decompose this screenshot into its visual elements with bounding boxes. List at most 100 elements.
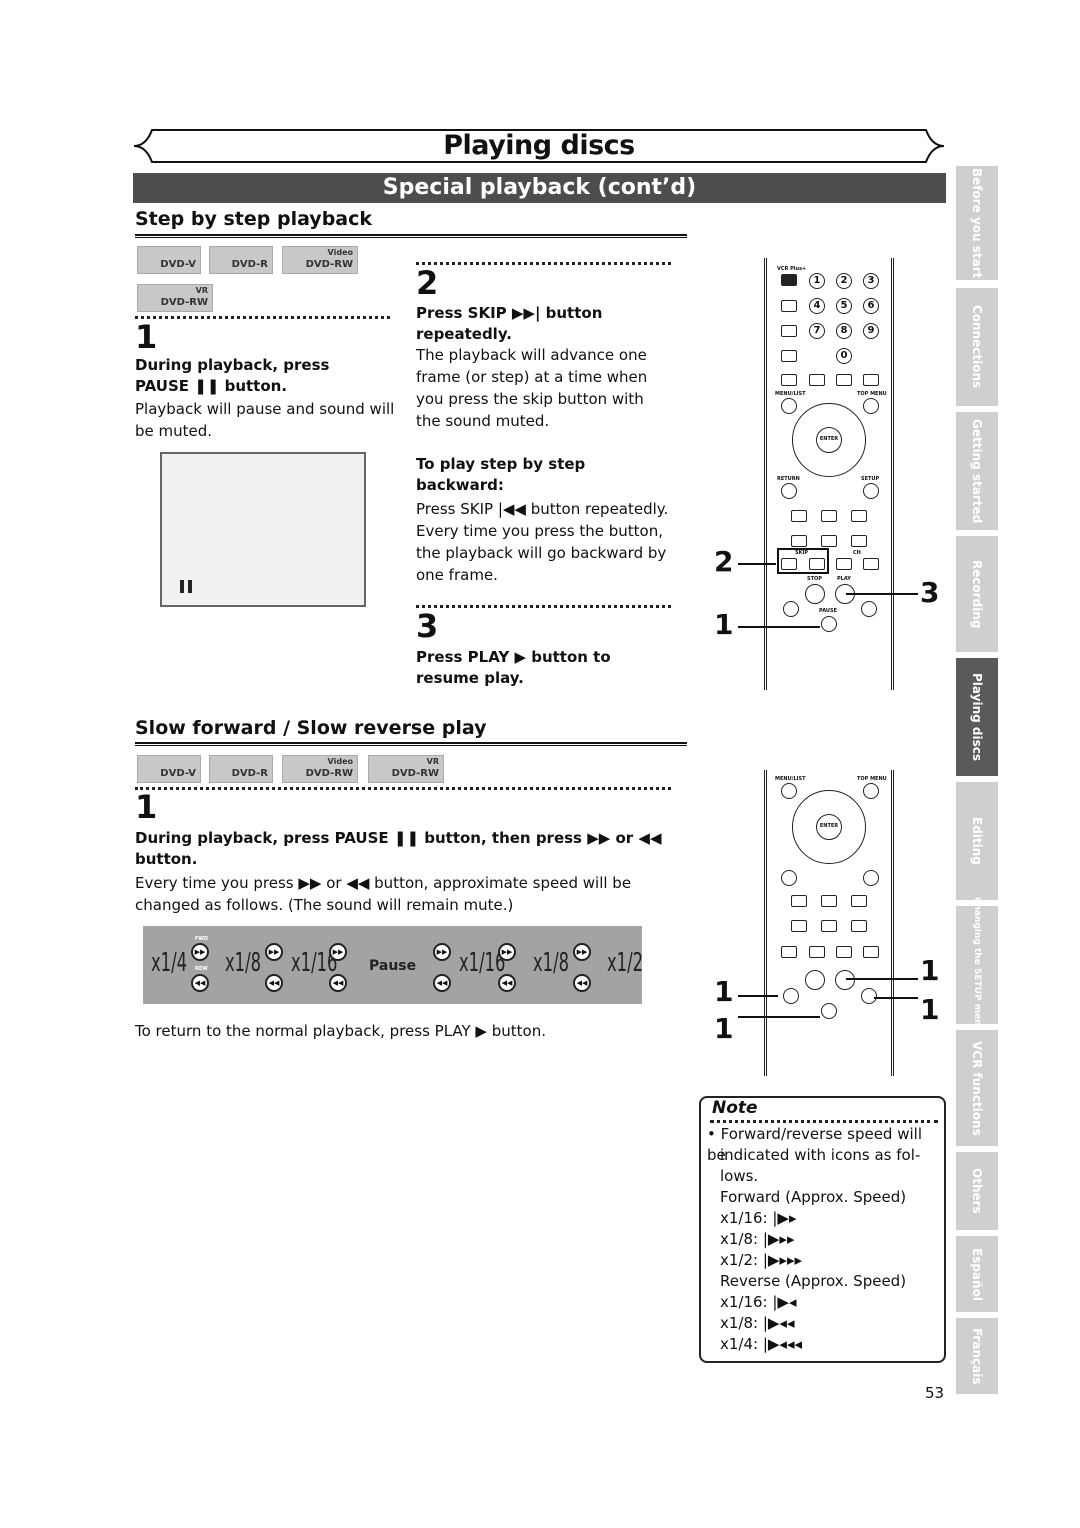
return-label: RETURN xyxy=(777,476,800,482)
side-tab-francais[interactable]: Français xyxy=(956,1318,998,1394)
step-number: 3 xyxy=(416,607,439,645)
return-instruction: To return to the normal playback, press … xyxy=(135,1022,546,1040)
side-tab-vcr-functions[interactable]: VCR functions xyxy=(956,1030,998,1146)
tv-screen-illustration xyxy=(160,452,366,607)
digit-2-button: 2 xyxy=(836,273,852,289)
vcr-plus-button xyxy=(781,274,797,286)
ch-down-button xyxy=(836,558,852,570)
rec-speed-button xyxy=(821,535,837,547)
callout-step-3: 3 xyxy=(920,576,940,609)
step-description: The playback will advance one frame (or … xyxy=(416,346,648,430)
callout-line xyxy=(738,995,778,997)
step-divider xyxy=(416,605,671,608)
note-line: x1/2: |▶▸▸▸ xyxy=(720,1251,803,1269)
note-line: x1/8: |▶▸▸ xyxy=(720,1230,795,1248)
side-tab-recording[interactable]: Recording xyxy=(956,536,998,652)
search-mode-button xyxy=(781,300,797,312)
remote-illustration-2: MENU/LIST TOP MENU ENTER xyxy=(764,770,894,1076)
step-instruction: During playback, press PAUSE ❚❚ button, … xyxy=(135,829,662,868)
step-divider xyxy=(135,787,671,790)
rew-button xyxy=(783,988,799,1004)
rew-icon: ◀◀ xyxy=(329,974,347,992)
callout-play: 1 xyxy=(920,954,940,987)
skip-highlight-box xyxy=(777,548,829,574)
digit-7-button: 7 xyxy=(809,323,825,339)
side-tab-before-you-start[interactable]: Before you start xyxy=(956,166,998,280)
top-menu-button xyxy=(863,783,879,799)
step-divider xyxy=(416,262,671,265)
step-number: 1 xyxy=(135,788,158,826)
return-button xyxy=(781,870,797,886)
disc-badge-dvd-r: DVD-R xyxy=(209,755,273,783)
stop-button xyxy=(805,970,825,990)
pause-label: PAUSE xyxy=(819,608,837,614)
stop-button xyxy=(805,584,825,604)
disc-badge-dvd-r: DVD-R xyxy=(209,246,273,274)
menu-list-label: MENU/LIST xyxy=(775,391,806,397)
top-menu-label: TOP MENU xyxy=(857,776,887,782)
rew-icon: ◀◀ xyxy=(265,974,283,992)
slow-button xyxy=(791,535,807,547)
side-tab-editing[interactable]: Editing xyxy=(956,782,998,900)
disc-badge-dvd-rw-video: Video DVD-RW xyxy=(282,755,358,783)
disc-badge-dvd-rw-video: Video DVD-RW xyxy=(282,246,358,274)
digit-3-button: 3 xyxy=(863,273,879,289)
heading-rule xyxy=(135,234,687,238)
step-instruction: Press SKIP ▶▶| button repeatedly. xyxy=(416,304,603,343)
setup-label: SETUP xyxy=(861,476,880,482)
rew-icon: ◀◀ xyxy=(498,974,516,992)
clear-button xyxy=(781,374,797,386)
note-line: x1/16: |▶▸ xyxy=(720,1209,797,1227)
return-button xyxy=(781,483,797,499)
play-label: PLAY xyxy=(837,576,851,582)
note-line: Reverse (Approx. Speed) xyxy=(720,1272,907,1290)
ch-label: CH xyxy=(853,550,861,556)
side-tab-espanol[interactable]: Español xyxy=(956,1236,998,1312)
fwd-button xyxy=(861,601,877,617)
dvd-button xyxy=(851,510,867,522)
note-line: Forward (Approx. Speed) xyxy=(720,1188,907,1206)
step-divider xyxy=(135,316,390,319)
top-menu-button xyxy=(863,398,879,414)
step-description: Playback will pause and sound will be mu… xyxy=(135,400,395,440)
disc-badge-dvd-rw-vr: VR DVD-RW xyxy=(368,755,444,783)
callout-step-2: 2 xyxy=(714,545,734,578)
display-button xyxy=(863,374,879,386)
digit-4-button: 4 xyxy=(809,298,825,314)
setup-button xyxy=(863,870,879,886)
digit-1-button: 1 xyxy=(809,273,825,289)
callout-line xyxy=(738,1016,820,1018)
heading-rule xyxy=(135,742,687,746)
rew-icon: ◀◀ xyxy=(573,974,591,992)
chapter-title: Playing discs xyxy=(443,130,635,161)
slow-section-heading: Slow forward / Slow reverse play xyxy=(135,717,487,739)
note-line: indicated with icons as fol- xyxy=(720,1146,921,1164)
section-title: Special playback (cont’d) xyxy=(133,173,946,203)
video-tv-button xyxy=(821,895,837,907)
side-tab-setup-menu[interactable]: Changing the SETUP menu xyxy=(956,897,998,1033)
note-box: Note • Forward/reverse speed will be ind… xyxy=(699,1096,946,1363)
rew-icon: ◀◀ xyxy=(433,974,451,992)
callout-fwd: 1 xyxy=(920,993,940,1026)
fwd-icon: ▶▶ xyxy=(573,943,591,961)
slow-button xyxy=(791,920,807,932)
setup-button xyxy=(863,483,879,499)
pause-label: Pause xyxy=(369,958,417,974)
side-tab-getting-started[interactable]: Getting started xyxy=(956,412,998,530)
fwd-icon: ▶▶ xyxy=(433,943,451,961)
zoom-button xyxy=(781,350,797,362)
skip-back-button xyxy=(781,946,797,958)
note-divider xyxy=(710,1120,938,1123)
pause-button xyxy=(821,616,837,632)
speed-label: x1/4 xyxy=(151,948,188,978)
digit-0-button: 0 xyxy=(836,348,852,364)
speed-label: x1/8 xyxy=(533,948,570,978)
step-subheading: To play step by step backward: xyxy=(416,455,586,494)
side-tab-others[interactable]: Others xyxy=(956,1152,998,1230)
skip-forward-button xyxy=(809,946,825,958)
side-tab-connections[interactable]: Connections xyxy=(956,288,998,406)
enter-button: ENTER xyxy=(816,814,842,840)
stop-label: STOP xyxy=(807,576,822,582)
side-tab-playing-discs[interactable]: Playing discs xyxy=(956,658,998,776)
callout-step-1: 1 xyxy=(714,608,734,641)
